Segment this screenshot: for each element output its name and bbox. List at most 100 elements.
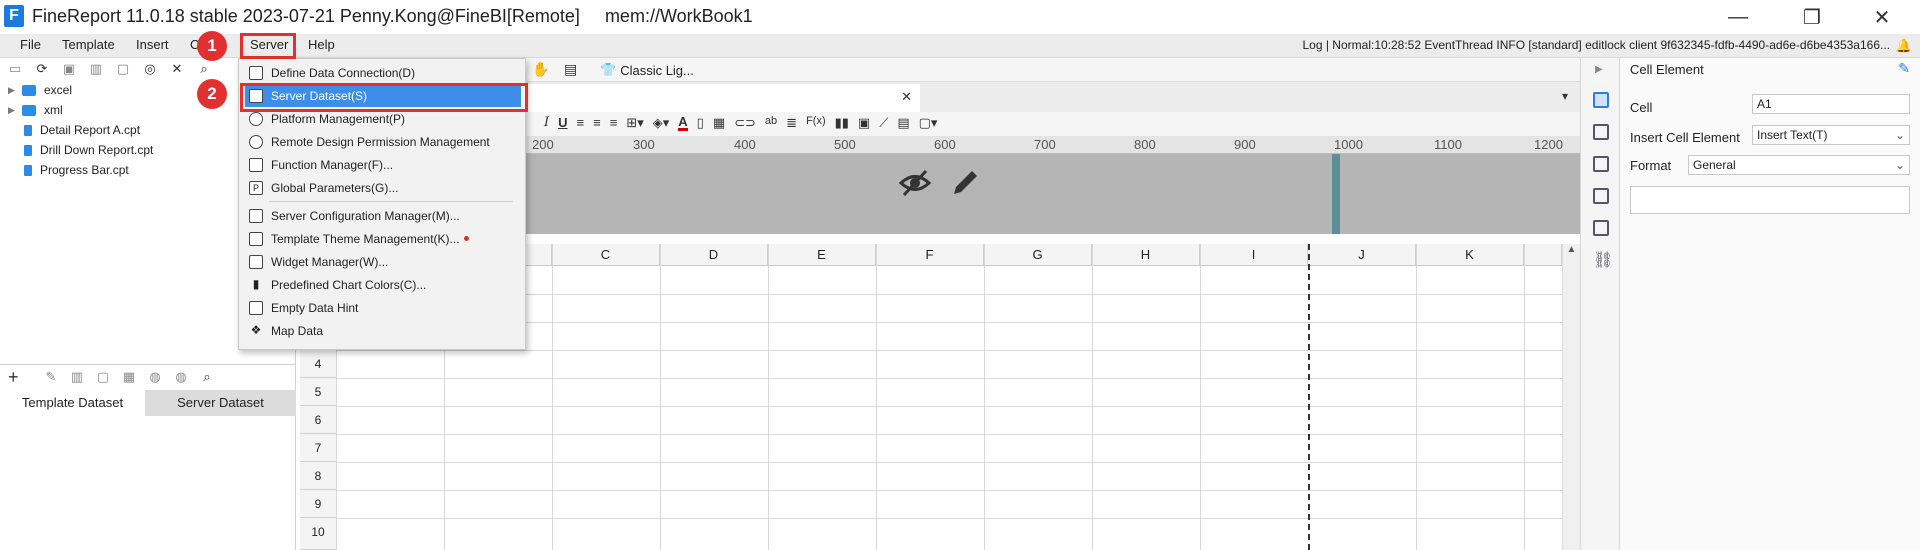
refresh-icon[interactable]: ⟳ — [35, 61, 49, 76]
underline-icon[interactable]: U — [558, 115, 567, 131]
menu-item-map-data[interactable]: ❖ Map Data — [245, 319, 521, 342]
new-folder-icon[interactable]: ▭ — [8, 61, 22, 76]
locate-icon[interactable]: ◎ — [143, 61, 157, 76]
expand-arrow-icon[interactable]: ▶ — [1595, 64, 1603, 75]
menu-insert[interactable]: Insert — [136, 37, 169, 52]
tree-file[interactable]: Progress Bar.cpt — [8, 160, 129, 180]
column-header[interactable]: D — [660, 244, 768, 266]
row-header[interactable]: 10 — [300, 518, 336, 550]
column-header[interactable]: C — [552, 244, 660, 266]
tree-file[interactable]: Detail Report A.cpt — [8, 120, 140, 140]
delete-icon[interactable]: ▥ — [70, 369, 84, 384]
menu-template[interactable]: Template — [62, 37, 115, 52]
menu-item-remote-design-permission[interactable]: Remote Design Permission Management — [245, 130, 521, 153]
rich-text-icon[interactable]: ≣ — [786, 115, 797, 131]
image-icon[interactable]: ▣ — [858, 115, 870, 131]
formula-icon[interactable]: F(x) — [806, 115, 826, 131]
expand-arrow-icon[interactable]: ▶ — [8, 85, 18, 96]
hide-icon[interactable] — [898, 166, 932, 200]
subreport-icon[interactable]: ▤ — [897, 115, 909, 131]
tree-file[interactable]: Drill Down Report.cpt — [8, 140, 153, 160]
hyperlink-icon[interactable]: ⊂⊃ — [734, 115, 756, 131]
dataset-icon[interactable]: ▦ — [122, 369, 136, 384]
font-color-icon[interactable]: A — [678, 115, 688, 131]
edit-icon[interactable] — [948, 166, 982, 200]
search-icon[interactable]: ⌕ — [197, 61, 211, 76]
column-header[interactable]: E — [768, 244, 876, 266]
align-right-icon[interactable]: ≡ — [610, 115, 618, 131]
text-icon[interactable]: ab — [765, 115, 777, 131]
scroll-up-icon[interactable]: ▲ — [1563, 244, 1580, 255]
hyperlink-icon[interactable]: ⛓ — [1593, 250, 1613, 270]
tree-folder[interactable]: ▶ xml — [8, 100, 63, 120]
fill-color-icon[interactable]: ◈▾ — [653, 115, 670, 131]
template-setting-icon[interactable]: ▤ — [564, 61, 577, 78]
tab-server-dataset[interactable]: Server Dataset — [145, 390, 296, 416]
menu-item-widget-manager[interactable]: Widget Manager(W)... — [245, 250, 521, 273]
column-header[interactable] — [1524, 244, 1562, 266]
format-select[interactable]: General ⌄ — [1688, 155, 1910, 175]
row-header[interactable]: 7 — [300, 434, 336, 462]
border-icon[interactable]: ⊞▾ — [626, 115, 643, 131]
menu-item-template-theme[interactable]: Template Theme Management(K)... — [245, 227, 521, 250]
menu-item-function-manager[interactable]: Function Manager(F)... — [245, 153, 521, 176]
row-header[interactable]: 5 — [300, 378, 336, 406]
template-tab[interactable]: ✕ — [492, 84, 920, 112]
open-icon[interactable]: ▣ — [62, 61, 76, 76]
collapse-icon[interactable]: ✕ — [170, 61, 184, 76]
classic-light-theme-button[interactable]: 👕 Classic Lig... — [600, 62, 694, 78]
database-icon[interactable]: ◍ — [174, 369, 188, 384]
vertical-scrollbar[interactable]: ▲ — [1562, 244, 1580, 550]
italic-icon[interactable]: I — [544, 115, 549, 131]
menu-item-global-parameters[interactable]: P Global Parameters(G)... — [245, 176, 521, 199]
slash-icon[interactable]: ⟋ — [879, 115, 888, 131]
menu-item-empty-data-hint[interactable]: Empty Data Hint — [245, 296, 521, 319]
merge-icon[interactable]: ▯ — [697, 115, 704, 131]
restore-button[interactable]: ❐ — [1786, 0, 1838, 34]
pin-icon[interactable]: ✎ — [1898, 60, 1910, 77]
tab-menu-icon[interactable]: ▾ — [1562, 89, 1568, 103]
minimize-button[interactable]: — — [1712, 0, 1764, 34]
edit-icon[interactable]: ✎ — [44, 369, 58, 384]
close-tab-icon[interactable]: ✕ — [901, 89, 912, 105]
column-header[interactable]: F — [876, 244, 984, 266]
chart-icon[interactable]: ▮▮ — [835, 115, 849, 131]
align-left-icon[interactable]: ≡ — [577, 115, 585, 131]
column-header[interactable]: J — [1308, 244, 1416, 266]
row-header[interactable]: 8 — [300, 462, 336, 490]
insert-cell-element-select[interactable]: Insert Text(T) ⌄ — [1752, 125, 1910, 145]
widget-setting-icon[interactable] — [1593, 188, 1609, 204]
cell-element-icon[interactable] — [1593, 92, 1609, 108]
menu-help[interactable]: Help — [308, 37, 335, 52]
database-icon[interactable]: ◍ — [148, 369, 162, 384]
delete-icon[interactable]: ▥ — [89, 61, 103, 76]
tab-template-dataset[interactable]: Template Dataset — [0, 390, 145, 416]
page-boundary-marker[interactable] — [1332, 154, 1340, 234]
format-preview-field[interactable] — [1630, 186, 1910, 214]
search-icon[interactable]: ⌕ — [200, 369, 214, 384]
expand-arrow-icon[interactable]: ▶ — [8, 105, 18, 116]
row-header[interactable]: 4 — [300, 350, 336, 378]
unmerge-icon[interactable]: ▦ — [713, 115, 725, 131]
preview-icon[interactable]: ▢ — [96, 369, 110, 384]
column-header[interactable]: I — [1200, 244, 1308, 266]
menu-file[interactable]: File — [20, 37, 41, 52]
notification-bell-icon[interactable]: 🔔 — [1896, 38, 1912, 54]
copy-icon[interactable]: ▢ — [116, 61, 130, 76]
add-dataset-button[interactable]: + — [8, 367, 19, 388]
cell-attribute-icon[interactable] — [1593, 124, 1609, 140]
cell-field[interactable]: A1 — [1752, 94, 1910, 114]
condition-attribute-icon[interactable] — [1593, 220, 1609, 236]
close-button[interactable]: ✕ — [1856, 0, 1908, 34]
format-painter-icon[interactable]: ✋ — [532, 61, 549, 78]
column-header[interactable]: K — [1416, 244, 1524, 266]
float-element-icon[interactable] — [1593, 156, 1609, 172]
menu-item-server-configuration[interactable]: Server Configuration Manager(M)... — [245, 204, 521, 227]
menu-item-define-data-connection[interactable]: Define Data Connection(D) — [245, 61, 521, 84]
row-header[interactable]: 9 — [300, 490, 336, 518]
column-header[interactable]: H — [1092, 244, 1200, 266]
align-center-icon[interactable]: ≡ — [593, 115, 601, 131]
row-header[interactable]: 6 — [300, 406, 336, 434]
column-header[interactable]: G — [984, 244, 1092, 266]
widget-icon[interactable]: ▢▾ — [919, 115, 938, 131]
